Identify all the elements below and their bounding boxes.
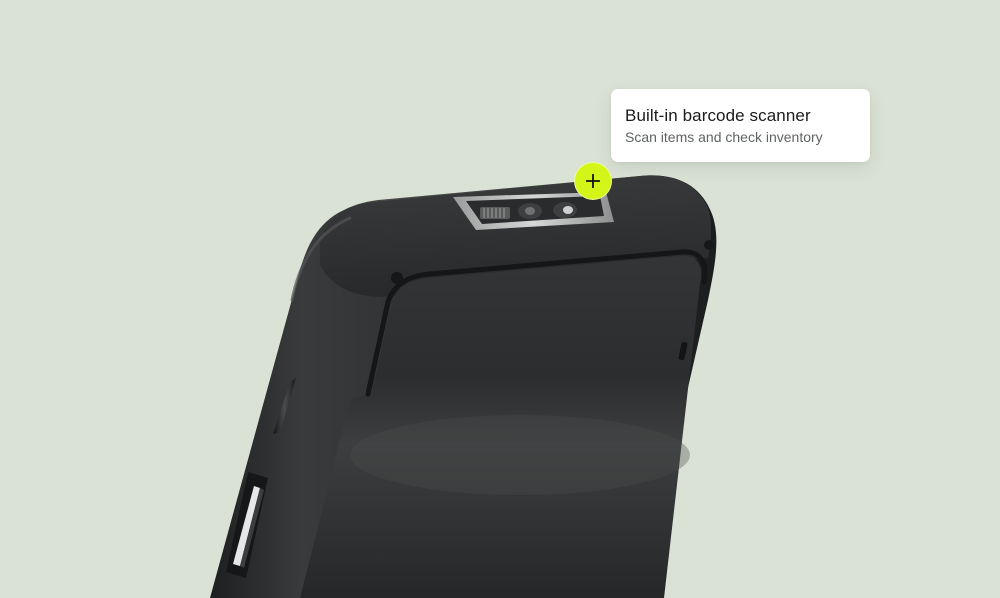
plus-icon (586, 174, 600, 188)
back-sheen (350, 415, 690, 495)
feature-tooltip: Built-in barcode scanner Scan items and … (611, 89, 870, 162)
product-stage: Built-in barcode scanner Scan items and … (0, 0, 1000, 598)
tooltip-title: Built-in barcode scanner (625, 106, 811, 125)
scanner-hotspot-button[interactable] (574, 162, 612, 200)
top-right-screw (704, 240, 714, 250)
top-left-screw (391, 272, 403, 284)
tooltip-subtitle: Scan items and check inventory (625, 129, 823, 145)
